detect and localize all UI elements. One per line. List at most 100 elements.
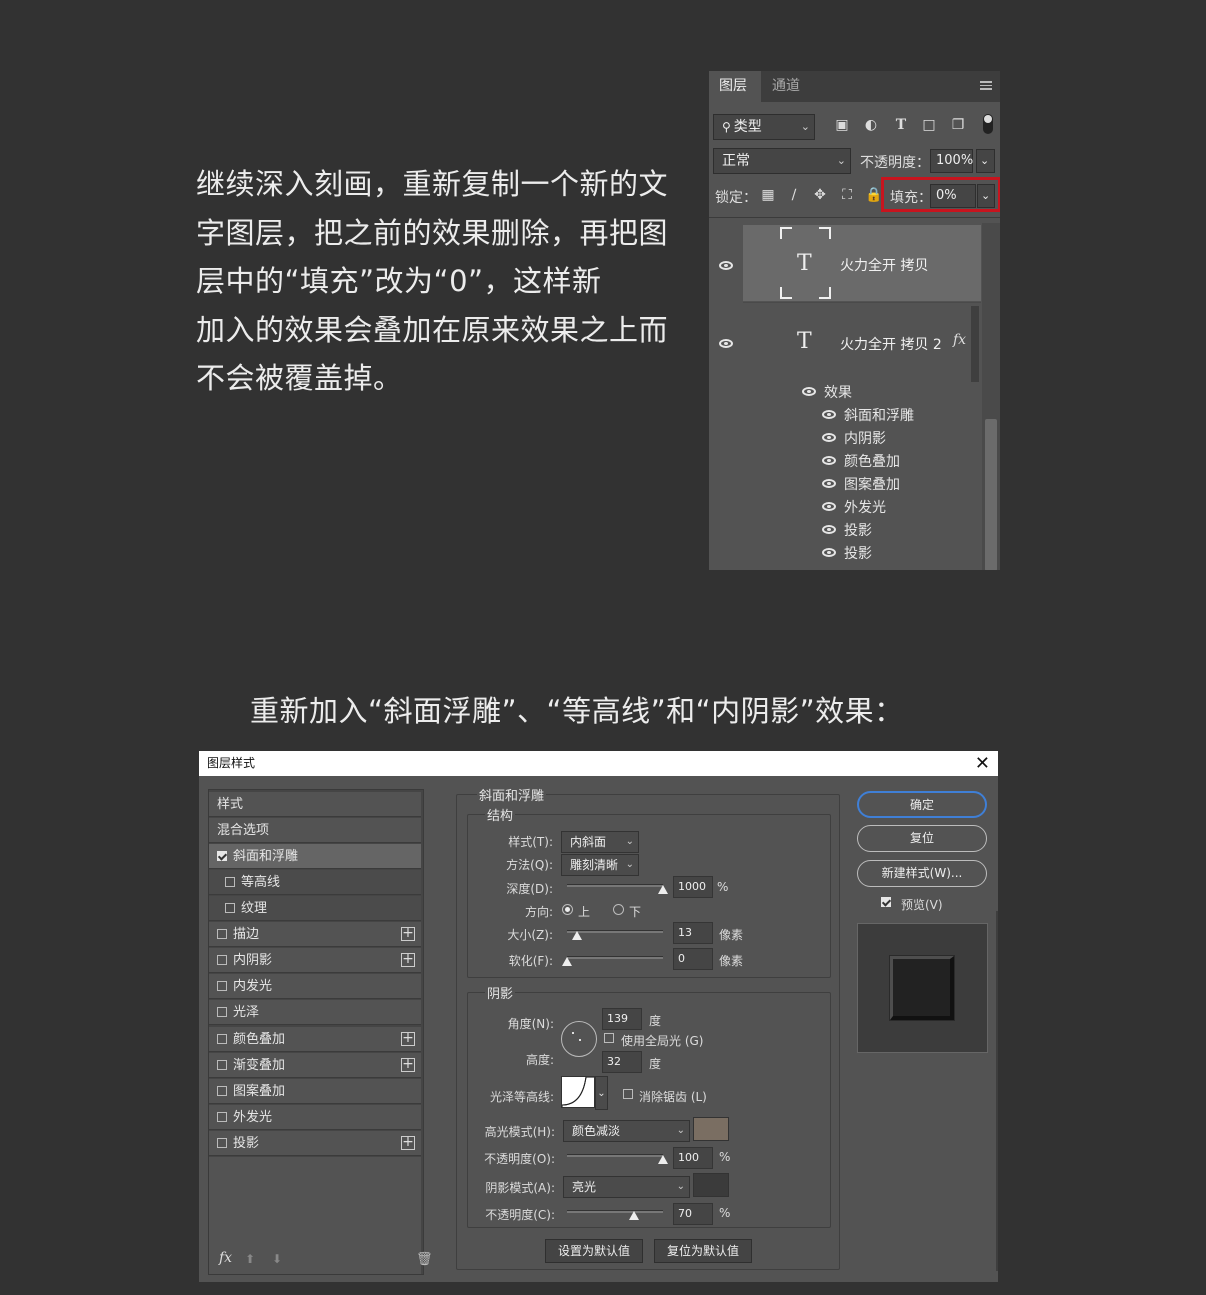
shape-filter-icon[interactable]: □ (921, 117, 937, 133)
fx-menu-icon[interactable]: fx (219, 1250, 232, 1266)
layer-name[interactable]: 火力全开 拷贝 2 (840, 334, 942, 354)
lock-transparent-icon[interactable]: ▦ (760, 187, 776, 203)
effect-item[interactable]: 斜面和浮雕 (844, 405, 914, 425)
opacity-dropdown[interactable]: ⌄ (976, 149, 995, 173)
layer-filter-select[interactable]: ⚲ 类型 ⌄ (713, 114, 815, 140)
altitude-input[interactable]: 32 (602, 1051, 642, 1073)
lock-pixels-icon[interactable]: ∕ (786, 187, 802, 203)
chevron-down-icon[interactable]: ⌄ (595, 1076, 608, 1110)
add-icon[interactable]: + (401, 926, 415, 941)
direction-down-radio[interactable] (613, 904, 624, 915)
technique-select[interactable]: 雕刻清晰 ⌄ (561, 854, 639, 876)
style-item-drop-shadow[interactable]: 投影 + (209, 1131, 421, 1156)
style-item-gradient-overlay[interactable]: 渐变叠加 + (209, 1053, 421, 1078)
lock-position-icon[interactable]: ✥ (812, 187, 828, 203)
scroll-thumb[interactable] (985, 419, 997, 570)
style-item-contour[interactable]: 等高线 (209, 870, 421, 895)
highlight-color-swatch[interactable] (693, 1117, 729, 1141)
style-item-stroke[interactable]: 描边 + (209, 922, 421, 947)
shadow-opacity-slider[interactable] (567, 1210, 663, 1213)
soften-input[interactable]: 0 (673, 948, 713, 970)
depth-input[interactable]: 1000 (673, 876, 713, 898)
effect-item[interactable]: 外发光 (844, 497, 886, 517)
blend-mode-select[interactable]: 正常 ⌄ (713, 148, 851, 174)
visibility-eye-icon[interactable] (719, 339, 733, 348)
checkbox[interactable] (217, 1033, 227, 1044)
shadow-color-swatch[interactable] (693, 1173, 729, 1197)
effect-item[interactable]: 内阴影 (844, 428, 886, 448)
lock-artboard-icon[interactable]: ⛶ (839, 187, 855, 203)
shadow-opacity-knob[interactable] (629, 1211, 640, 1220)
highlight-opacity-knob[interactable] (658, 1155, 668, 1164)
checkbox[interactable] (225, 876, 235, 887)
effect-item[interactable]: 投影 (844, 520, 872, 540)
soften-slider[interactable] (567, 956, 663, 959)
add-icon[interactable]: + (401, 1057, 415, 1072)
filter-toggle[interactable] (983, 114, 993, 134)
effect-item[interactable]: 投影 (844, 543, 872, 563)
new-style-button[interactable]: 新建样式(W)... (857, 860, 987, 887)
preview-checkbox[interactable] (881, 897, 891, 907)
style-item-pattern-overlay[interactable]: 图案叠加 (209, 1079, 421, 1104)
add-icon[interactable]: + (401, 1031, 415, 1046)
checkbox[interactable] (217, 954, 227, 965)
depth-slider[interactable] (567, 884, 663, 887)
move-up-icon[interactable]: ⬆ (245, 1252, 255, 1266)
size-slider-knob[interactable] (571, 931, 582, 940)
soften-slider-knob[interactable] (562, 957, 572, 966)
style-list-header-styles[interactable]: 样式 (209, 792, 421, 817)
reset-to-default-button[interactable]: 复位为默认值 (654, 1239, 752, 1263)
style-item-outer-glow[interactable]: 外发光 (209, 1105, 421, 1130)
pixel-filter-icon[interactable]: ▣ (834, 117, 850, 133)
tab-channels[interactable]: 通道 (762, 71, 810, 102)
move-down-icon[interactable]: ⬇ (272, 1252, 282, 1266)
highlight-mode-select[interactable]: 颜色减淡 ⌄ (563, 1120, 690, 1142)
checkbox[interactable] (225, 902, 235, 913)
checkbox[interactable] (217, 1111, 227, 1122)
checkbox[interactable] (217, 1137, 227, 1148)
adjustment-filter-icon[interactable]: ◐ (863, 117, 879, 133)
type-filter-icon[interactable]: T (893, 117, 909, 133)
visibility-eye-icon[interactable] (822, 479, 836, 488)
reset-button[interactable]: 复位 (857, 825, 987, 852)
depth-slider-knob[interactable] (658, 885, 668, 894)
opacity-input[interactable]: 100% (930, 149, 973, 173)
visibility-eye-icon[interactable] (822, 410, 836, 419)
make-default-button[interactable]: 设置为默认值 (545, 1239, 643, 1263)
style-item-color-overlay[interactable]: 颜色叠加 + (209, 1027, 421, 1052)
angle-input[interactable]: 139 (602, 1008, 642, 1030)
checkbox[interactable] (217, 980, 227, 991)
global-light-checkbox[interactable] (604, 1033, 614, 1043)
checkbox[interactable] (217, 1006, 227, 1017)
fx-icon[interactable]: fx (953, 332, 966, 348)
visibility-eye-icon[interactable] (822, 456, 836, 465)
style-item-texture[interactable]: 纹理 (209, 896, 421, 921)
style-item-inner-shadow[interactable]: 内阴影 + (209, 948, 421, 973)
tab-layers[interactable]: 图层 (709, 71, 761, 102)
visibility-eye-icon[interactable] (802, 387, 816, 396)
direction-up-radio[interactable] (562, 904, 573, 915)
trash-icon[interactable]: 🗑 (416, 1252, 433, 1267)
checkbox-checked[interactable] (217, 850, 227, 861)
antialias-checkbox[interactable] (623, 1089, 633, 1099)
effect-item[interactable]: 图案叠加 (844, 474, 900, 494)
add-icon[interactable]: + (401, 1135, 415, 1150)
add-icon[interactable]: + (401, 952, 415, 967)
panel-menu-icon[interactable] (980, 81, 992, 90)
bevel-style-select[interactable]: 内斜面 ⌄ (561, 831, 639, 853)
visibility-eye-icon[interactable] (822, 548, 836, 557)
checkbox[interactable] (217, 1059, 227, 1070)
checkbox[interactable] (217, 928, 227, 939)
size-input[interactable]: 13 (673, 922, 713, 944)
close-icon[interactable]: ✕ (975, 751, 990, 776)
style-item-bevel-emboss[interactable]: 斜面和浮雕 (209, 844, 421, 869)
highlight-opacity-input[interactable]: 100 (673, 1147, 713, 1169)
visibility-eye-icon[interactable] (719, 261, 733, 270)
effect-item[interactable]: 颜色叠加 (844, 451, 900, 471)
layers-scrollbar[interactable] (982, 223, 1000, 570)
highlight-opacity-slider[interactable] (567, 1154, 663, 1157)
style-list-blending-options[interactable]: 混合选项 (209, 818, 421, 843)
angle-dial[interactable] (561, 1021, 597, 1057)
shadow-mode-select[interactable]: 亮光 ⌄ (563, 1176, 690, 1198)
shadow-opacity-input[interactable]: 70 (673, 1203, 713, 1225)
